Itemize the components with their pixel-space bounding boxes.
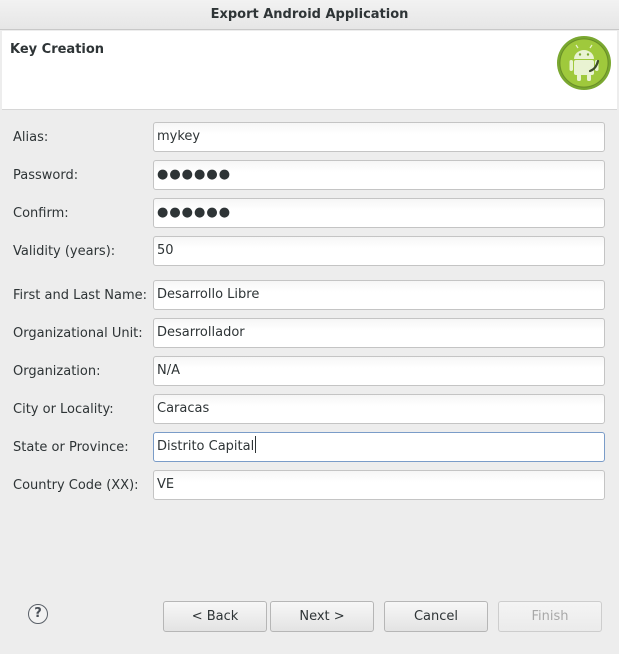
state-field[interactable]: Distrito Capital — [153, 432, 605, 462]
help-icon[interactable]: ? — [28, 604, 48, 624]
page-title: Key Creation — [10, 42, 105, 57]
state-label: State or Province: — [13, 440, 129, 455]
android-robot-icon — [557, 36, 611, 90]
country-code-label: Country Code (XX): — [13, 478, 139, 493]
organization-field[interactable]: N/A — [153, 356, 605, 386]
wizard-header: Key Creation — [2, 31, 617, 110]
next-button[interactable]: Next > — [270, 601, 374, 632]
country-code-field[interactable]: VE — [153, 470, 605, 500]
org-unit-label: Organizational Unit: — [13, 326, 143, 341]
first-last-name-field[interactable]: Desarrollo Libre — [153, 280, 605, 310]
state-field-value: Distrito Capital — [157, 439, 255, 454]
city-field[interactable]: Caracas — [153, 394, 605, 424]
cancel-button[interactable]: Cancel — [384, 601, 488, 632]
validity-field[interactable]: 50 — [153, 236, 605, 266]
back-button[interactable]: < Back — [163, 601, 267, 632]
alias-label: Alias: — [13, 130, 49, 145]
finish-button[interactable]: Finish — [498, 601, 602, 632]
text-caret — [255, 436, 257, 453]
password-label: Password: — [13, 168, 79, 183]
name-label: First and Last Name: — [13, 288, 148, 303]
city-label: City or Locality: — [13, 402, 114, 417]
org-unit-field[interactable]: Desarrollador — [153, 318, 605, 348]
alias-field[interactable]: mykey — [153, 122, 605, 152]
window-title: Export Android Application — [0, 0, 619, 30]
validity-label: Validity (years): — [13, 244, 116, 259]
confirm-label: Confirm: — [13, 206, 69, 221]
confirm-password-field[interactable]: ●●●●●● — [153, 198, 605, 228]
organization-label: Organization: — [13, 364, 101, 379]
password-field[interactable]: ●●●●●● — [153, 160, 605, 190]
